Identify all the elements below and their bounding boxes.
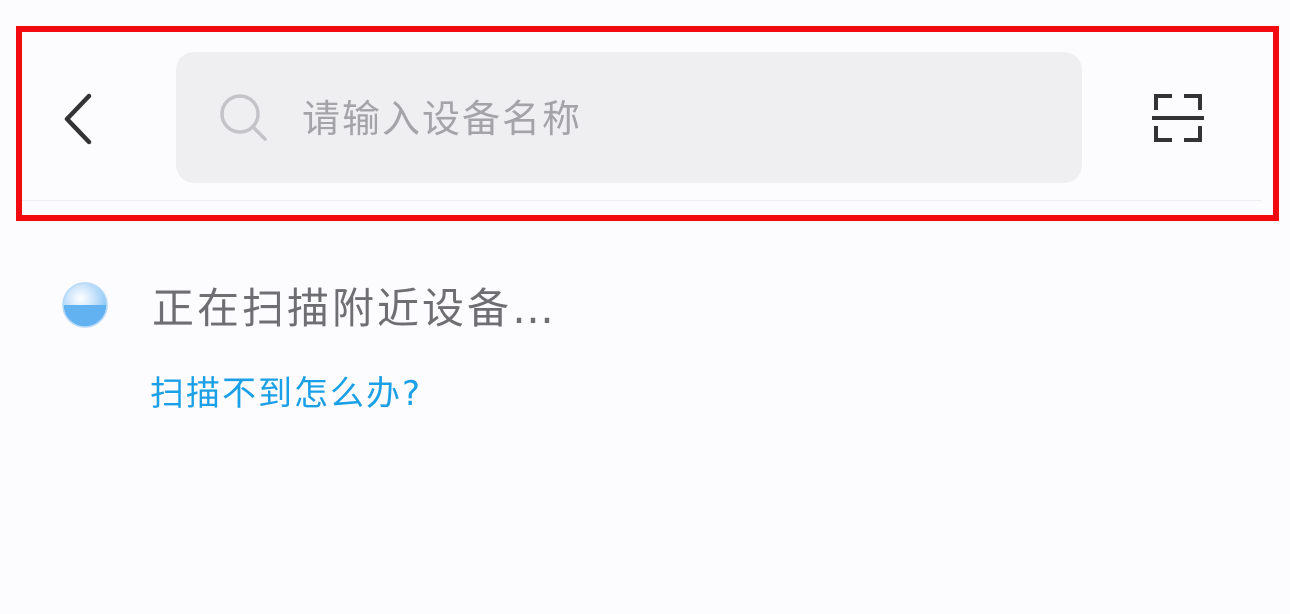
scan-frame-icon xyxy=(1152,94,1204,142)
device-search-page: 正在扫描附近设备… 扫描不到怎么办? xyxy=(0,0,1290,614)
chevron-left-icon xyxy=(64,93,92,145)
scan-button[interactable] xyxy=(1144,86,1212,150)
scan-help-link[interactable]: 扫描不到怎么办? xyxy=(150,366,422,415)
spinner-icon xyxy=(62,282,108,328)
top-bar-divider xyxy=(22,200,1262,201)
back-button[interactable] xyxy=(46,78,110,158)
search-box[interactable] xyxy=(176,52,1082,183)
scan-status-text: 正在扫描附近设备… xyxy=(152,283,558,333)
scan-status-row: 正在扫描附近设备… xyxy=(60,270,557,340)
search-icon xyxy=(220,94,267,141)
search-input[interactable] xyxy=(300,80,1044,158)
